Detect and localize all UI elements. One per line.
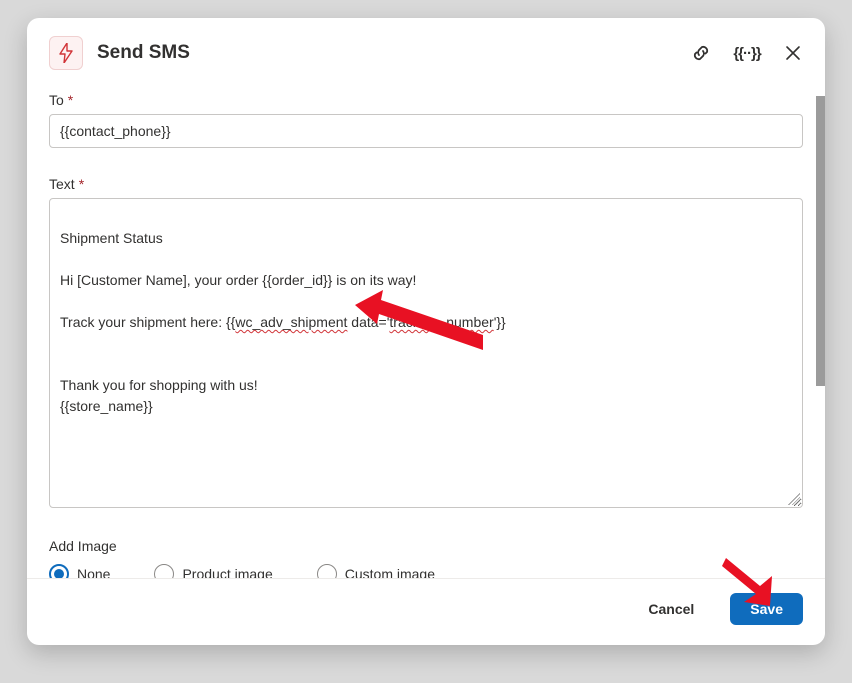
radio-custom-image[interactable]: Custom image [317, 564, 435, 578]
close-icon[interactable] [783, 43, 803, 63]
text-label: Text* [49, 176, 803, 192]
resize-handle[interactable] [788, 493, 800, 505]
modal-body: To* Text* Shipment Status Hi [Customer N… [27, 80, 825, 578]
modal-header: Send SMS {{··}} [27, 18, 825, 80]
variables-icon[interactable]: {{··}} [737, 43, 757, 63]
cancel-button[interactable]: Cancel [628, 593, 714, 625]
add-image-label: Add Image [49, 538, 803, 554]
lightning-icon [49, 36, 83, 70]
to-label: To* [49, 92, 803, 108]
radio-product-image[interactable]: Product image [154, 564, 272, 578]
radio-circle-icon [154, 564, 174, 578]
send-sms-modal: Send SMS {{··}} To* Text* Shipment Statu… [27, 18, 825, 645]
radio-circle-icon [317, 564, 337, 578]
radio-none[interactable]: None [49, 564, 110, 578]
save-button[interactable]: Save [730, 593, 803, 625]
modal-title: Send SMS [97, 42, 677, 64]
link-icon[interactable] [691, 43, 711, 63]
add-image-options: None Product image Custom image [49, 564, 803, 578]
radio-circle-icon [49, 564, 69, 578]
modal-footer: Cancel Save [27, 578, 825, 645]
to-input[interactable] [49, 114, 803, 148]
text-input[interactable]: Shipment Status Hi [Customer Name], your… [49, 198, 803, 508]
